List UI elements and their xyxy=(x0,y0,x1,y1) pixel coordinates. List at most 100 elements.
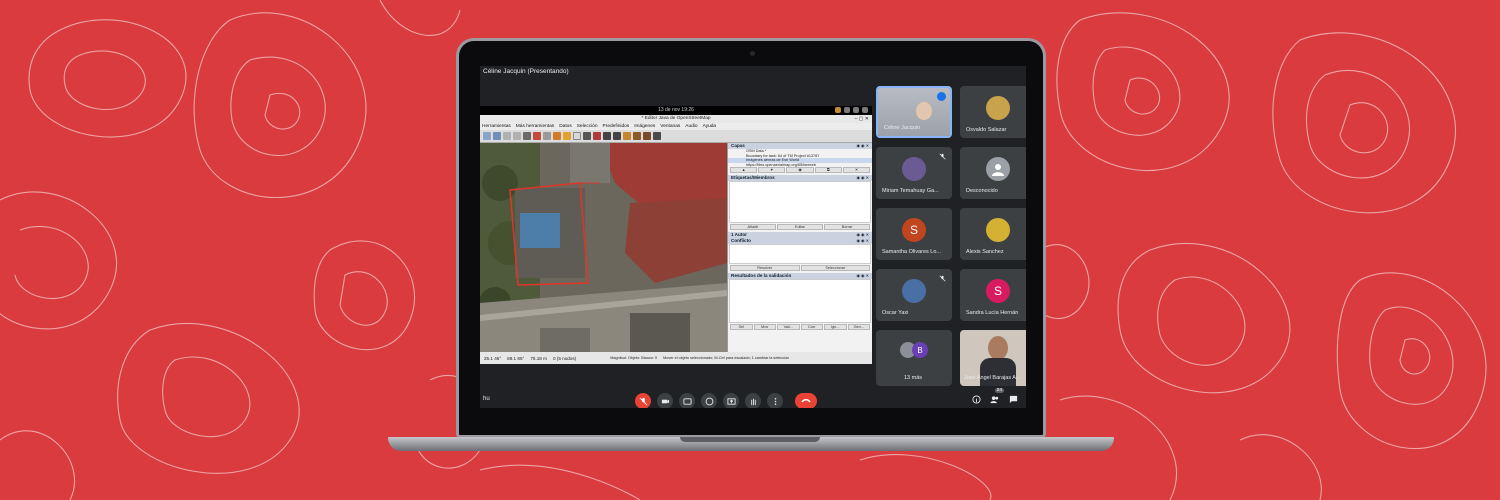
delete-tag-button[interactable]: Borrar xyxy=(824,224,870,231)
participant-body xyxy=(980,358,1016,386)
mic-off-icon xyxy=(939,275,946,282)
toolbar-tool-icon[interactable] xyxy=(623,132,631,140)
tags-panel-title: Etiquetas/Miembros xyxy=(731,175,775,181)
presenter-label: Céline Jacquin (Presentando) xyxy=(483,68,569,75)
more-options-button[interactable] xyxy=(767,393,783,408)
participant-name: Oscar Yaxi xyxy=(882,310,909,316)
tags-panel-body xyxy=(729,181,871,224)
conflict-buttons: Resolver Seleccionar xyxy=(728,265,872,272)
toolbar-tool-icon[interactable] xyxy=(643,132,651,140)
validate-button[interactable]: Vali... xyxy=(777,324,800,331)
status-help: Magnitud: Objeto: Bianco: 0 xyxy=(610,356,658,360)
menu-ventanas[interactable]: Ventanas xyxy=(660,123,680,130)
menu-mas-herramientas[interactable]: Más herramientas xyxy=(516,123,554,130)
laptop-base xyxy=(388,437,1114,451)
fix-button[interactable]: Corr xyxy=(800,324,823,331)
laptop-notch xyxy=(680,437,820,442)
toolbar-tool-icon[interactable] xyxy=(613,132,621,140)
toolbar-tool-icon[interactable] xyxy=(583,132,591,140)
participant-tile[interactable]: José Angel Barajas A... xyxy=(960,330,1026,386)
toolbar-tool-icon[interactable] xyxy=(653,132,661,140)
participant-tile[interactable]: Desconocido xyxy=(960,147,1026,199)
end-call-button[interactable] xyxy=(795,393,817,408)
more-vert-icon xyxy=(774,397,776,405)
camera-toggle-button[interactable] xyxy=(657,393,673,408)
layers-buttons: ▲ ▼ ◉ ⧉ ✕ xyxy=(728,167,872,174)
raise-hand-button[interactable] xyxy=(745,393,761,408)
generate-button[interactable]: Gen... xyxy=(847,324,870,331)
validation-buttons: Sel Mov Vali... Corr Ign... Gen... xyxy=(728,324,872,331)
toolbar-tool-icon[interactable] xyxy=(533,132,541,140)
toolbar-tool-icon[interactable] xyxy=(633,132,641,140)
participant-tile[interactable]: Osvaldo Salazar xyxy=(960,86,1026,138)
participant-tile[interactable]: S Sandra Lucía Hernán xyxy=(960,269,1026,321)
end-call-icon xyxy=(801,399,811,403)
validation-panel-body xyxy=(729,279,871,324)
emoji-icon xyxy=(705,397,713,405)
participant-tile[interactable]: Oscar Yaxi xyxy=(876,269,952,321)
josm-side-panels: Capas ◉ ◉ ✕ OSM Data * Boundary for task:… xyxy=(727,143,872,352)
captions-button[interactable] xyxy=(679,393,695,408)
toolbar-tool-icon[interactable] xyxy=(493,132,501,140)
toolbar-tool-icon[interactable] xyxy=(563,132,571,140)
participant-name: José Angel Barajas A... xyxy=(964,375,1021,381)
toolbar-tool-icon[interactable] xyxy=(483,132,491,140)
more-participants-tile[interactable]: B 13 más xyxy=(876,330,952,386)
avatar: S xyxy=(986,279,1010,303)
map-view[interactable] xyxy=(480,143,727,352)
participant-tile[interactable]: Miriam Temahuay Ga... xyxy=(876,147,952,199)
conflict-panel-title: Conflicto xyxy=(731,238,751,244)
toolbar-tool-icon[interactable] xyxy=(553,132,561,140)
tags-panel-header: Etiquetas/Miembros ◉ ◉ ✕ xyxy=(728,175,872,182)
edit-tag-button[interactable]: Editar xyxy=(777,224,823,231)
present-button[interactable] xyxy=(723,393,739,408)
toolbar-tool-icon[interactable] xyxy=(513,132,521,140)
josm-window: * Editor Java de OpenStreetMap – ▢ ✕ Her… xyxy=(480,115,872,364)
toolbar-tool-icon[interactable] xyxy=(523,132,531,140)
menu-seleccion[interactable]: Selección xyxy=(577,123,598,130)
mic-toggle-button[interactable] xyxy=(635,393,651,408)
menu-predefinidos[interactable]: Predefinidos xyxy=(603,123,630,130)
toolbar-tool-icon[interactable] xyxy=(593,132,601,140)
add-tag-button[interactable]: Añadir xyxy=(730,224,776,231)
josm-title-bar: * Editor Java de OpenStreetMap – ▢ ✕ xyxy=(480,115,872,123)
menu-datos[interactable]: Datos xyxy=(559,123,572,130)
select-button[interactable]: Seleccionar xyxy=(800,265,870,272)
present-icon xyxy=(726,397,736,405)
layers-panel-title: Capas xyxy=(731,143,745,148)
layers-panel-header: Capas ◉ ◉ ✕ xyxy=(728,143,872,149)
validation-select-button[interactable]: Sel xyxy=(730,324,753,331)
avatar: S xyxy=(902,218,926,242)
josm-status-bar: 25.1 46° 89.1 85° 75.18 m 0 (5 nodos) Ma… xyxy=(480,352,872,364)
toolbar-tool-icon[interactable] xyxy=(543,132,551,140)
status-lat: 25.1 46° xyxy=(484,355,502,361)
status-hint: Mover el objeto seleccionado; M-Ctrl par… xyxy=(663,356,790,360)
menu-herramientas[interactable]: Herramientas xyxy=(482,123,511,130)
emoji-button[interactable] xyxy=(701,393,717,408)
participant-name: Desconocido xyxy=(966,188,998,194)
menu-ayuda[interactable]: Ayuda xyxy=(703,123,717,130)
toolbar-tool-icon[interactable] xyxy=(503,132,511,140)
participant-tile[interactable]: S Samantha Olivares Lo... xyxy=(876,208,952,260)
aerial-imagery xyxy=(480,143,727,352)
speaking-icon xyxy=(937,92,946,101)
toolbar-tool-icon[interactable] xyxy=(603,132,611,140)
participant-tile[interactable]: Alexis Sanchez xyxy=(960,208,1026,260)
resolve-button[interactable]: Resolver xyxy=(730,265,800,272)
participant-name: Osvaldo Salazar xyxy=(966,127,1007,133)
josm-toolbar xyxy=(480,130,872,143)
validation-panel-header: Resultados de la validación ◉ ◉ ✕ xyxy=(728,273,872,280)
menu-audio[interactable]: Audio xyxy=(685,123,697,130)
ignore-button[interactable]: Ign... xyxy=(824,324,847,331)
google-meet-window: Céline Jacquin (Presentando) 13 de nov 1… xyxy=(480,66,1026,408)
avatar xyxy=(902,157,926,181)
participant-tile[interactable]: Céline Jacquin xyxy=(876,86,952,138)
menu-imagenes[interactable]: Imágenes xyxy=(634,123,655,130)
conflict-panel-header: Conflicto ◉ ◉ ✕ xyxy=(728,238,872,245)
toolbar-tool-icon[interactable] xyxy=(573,132,581,140)
window-controls[interactable]: – ▢ ✕ xyxy=(855,115,869,123)
people-icon[interactable] xyxy=(990,395,1000,404)
info-icon[interactable] xyxy=(972,395,981,404)
chat-icon[interactable] xyxy=(1009,395,1018,404)
validation-move-button[interactable]: Mov xyxy=(753,324,776,331)
